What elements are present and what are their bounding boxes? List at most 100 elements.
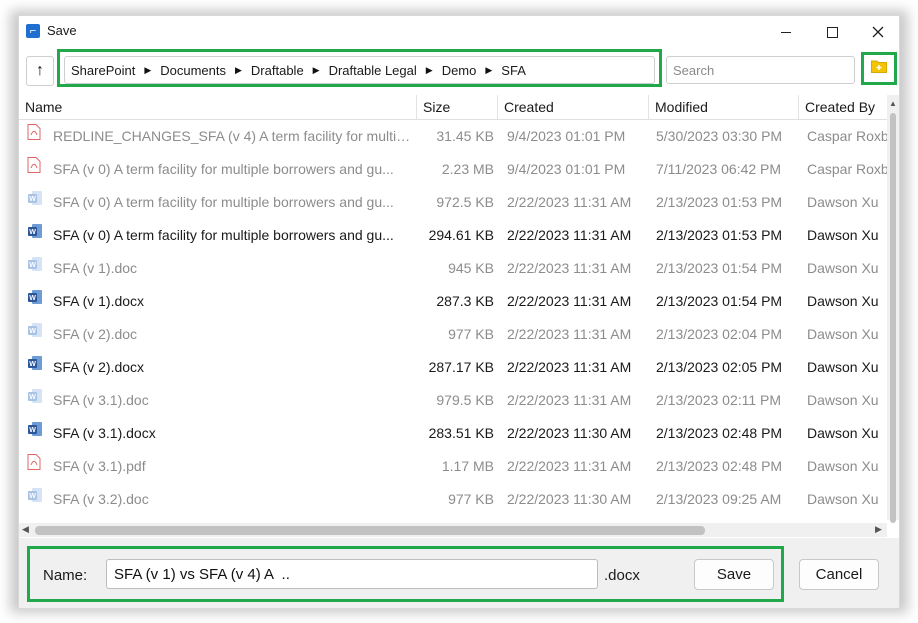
file-created-by: Dawson Xu [807, 260, 879, 276]
word-file-icon: W [27, 351, 45, 384]
scroll-right-icon[interactable]: ▶ [875, 524, 882, 535]
file-name: SFA (v 3.2).doc [53, 491, 149, 507]
svg-text:W: W [29, 229, 36, 236]
column-header-modified[interactable]: Modified [649, 95, 799, 119]
file-modified: 2/13/2023 01:54 PM [656, 260, 783, 276]
horizontal-scroll-thumb[interactable] [35, 526, 705, 535]
pdf-file-icon [27, 450, 45, 483]
column-header-created-by[interactable]: Created By [799, 95, 899, 119]
file-name: SFA (v 3.1).docx [53, 425, 156, 441]
breadcrumb-item-draftable[interactable]: Draftable [251, 63, 304, 78]
save-dialog-icon: ⌐ [26, 24, 40, 38]
file-size: 287.3 KB [436, 293, 494, 309]
chevron-right-icon: ▶ [425, 64, 433, 75]
file-extension: .docx [604, 567, 640, 584]
file-row[interactable]: W SFA (v 2).doc 977 KB 2/22/2023 11:31 AM 2/… [19, 318, 887, 351]
file-size: 31.45 KB [436, 128, 494, 144]
file-created: 2/22/2023 11:31 AM [507, 326, 632, 342]
chevron-right-icon: ▶ [485, 64, 493, 75]
file-modified: 2/13/2023 09:25 AM [656, 491, 782, 507]
word-file-icon: W [27, 252, 45, 285]
filename-input[interactable] [106, 559, 598, 589]
breadcrumb-item-sfa[interactable]: SFA [501, 63, 526, 78]
file-modified: 5/30/2023 03:30 PM [656, 128, 783, 144]
horizontal-scrollbar[interactable]: ◀ ▶ [19, 523, 887, 537]
file-row[interactable]: W SFA (v 3.1).docx 283.51 KB 2/22/2023 11:3… [19, 417, 887, 450]
new-folder-icon [871, 60, 887, 73]
maximize-icon [826, 26, 838, 38]
filename-label: Name: [43, 567, 88, 584]
minimize-button[interactable] [763, 16, 809, 46]
breadcrumb-item-demo[interactable]: Demo [442, 63, 477, 78]
file-row[interactable]: W SFA (v 3.1).doc 979.5 KB 2/22/2023 11:31 … [19, 384, 887, 417]
new-folder-button[interactable] [868, 59, 890, 79]
file-name: SFA (v 3.1).pdf [53, 458, 146, 474]
save-button[interactable]: Save [694, 559, 774, 590]
file-modified: 2/13/2023 02:11 PM [656, 392, 782, 408]
title-bar: ⌐ Save [19, 16, 899, 46]
file-name: SFA (v 1).doc [53, 260, 138, 276]
file-size: 977 KB [448, 326, 494, 342]
up-button[interactable]: ↑ [26, 56, 54, 86]
file-list: REDLINE_CHANGES_SFA (v 4) A term facilit… [19, 120, 887, 520]
file-created: 2/22/2023 11:31 AM [507, 194, 632, 210]
file-created: 2/22/2023 11:31 AM [507, 227, 632, 243]
file-name: REDLINE_CHANGES_SFA (v 4) A term facilit… [53, 128, 413, 144]
scroll-up-icon[interactable]: ▲ [889, 99, 897, 108]
file-row[interactable]: W SFA (v 1).docx 287.3 KB 2/22/2023 11:31 A… [19, 285, 887, 318]
word-file-icon: W [27, 186, 45, 219]
pdf-file-icon [27, 153, 45, 186]
file-row[interactable]: W SFA (v 3.2).doc 977 KB 2/22/2023 11:30 AM… [19, 483, 887, 516]
breadcrumb-item-documents[interactable]: Documents [160, 63, 226, 78]
file-created: 9/4/2023 01:01 PM [507, 161, 626, 177]
file-row[interactable]: W SFA (v 0) A term facility for multiple … [19, 186, 887, 219]
breadcrumb-item-draftable-legal[interactable]: Draftable Legal [329, 63, 417, 78]
chevron-right-icon: ▶ [235, 64, 242, 75]
file-row[interactable]: REDLINE_CHANGES_SFA (v 4) A term facilit… [19, 120, 887, 153]
close-button[interactable] [855, 16, 899, 46]
file-created: 2/22/2023 11:30 AM [507, 491, 632, 507]
file-row[interactable]: W SFA (v 2).docx 287.17 KB 2/22/2023 11:31 … [19, 351, 887, 384]
file-size: 945 KB [448, 260, 494, 276]
breadcrumb: SharePoint ▶ Documents ▶ Draftable ▶ Dra… [64, 56, 655, 84]
vertical-scrollbar[interactable]: ▲ [887, 95, 899, 523]
file-created-by: Caspar Roxb [807, 161, 887, 177]
file-created-by: Dawson Xu [807, 392, 879, 408]
svg-text:W: W [29, 427, 36, 434]
file-created-by: Dawson Xu [807, 194, 879, 210]
svg-text:W: W [29, 361, 36, 368]
file-row[interactable]: SFA (v 0) A term facility for multiple b… [19, 153, 887, 186]
chevron-right-icon: ▶ [144, 64, 152, 75]
column-header-created[interactable]: Created [498, 95, 649, 119]
column-header-name[interactable]: Name [19, 95, 417, 119]
file-name: SFA (v 2).docx [53, 359, 145, 375]
cancel-button[interactable]: Cancel [799, 559, 879, 590]
file-row[interactable]: W SFA (v 1).doc 945 KB 2/22/2023 11:31 AM 2/… [19, 252, 887, 285]
file-name: SFA (v 0) A term facility for multiple b… [53, 194, 394, 210]
save-footer: Name: .docx Save Cancel [19, 538, 899, 608]
column-header-size[interactable]: Size [417, 95, 498, 119]
file-row[interactable]: SFA (v 3.1).pdf 1.17 MB 2/22/2023 11:31 AM… [19, 450, 887, 483]
svg-text:W: W [29, 196, 36, 203]
file-created: 9/4/2023 01:01 PM [507, 128, 626, 144]
file-modified: 2/13/2023 01:53 PM [656, 194, 783, 210]
file-created: 2/22/2023 11:31 AM [507, 293, 632, 309]
vertical-scroll-thumb[interactable] [890, 113, 896, 523]
word-file-icon: W [27, 417, 45, 450]
up-arrow-icon: ↑ [36, 62, 44, 79]
file-modified: 2/13/2023 02:48 PM [656, 458, 783, 474]
word-file-icon: W [27, 384, 45, 417]
file-modified: 2/13/2023 01:54 PM [656, 293, 783, 309]
svg-text:W: W [29, 328, 36, 335]
file-size: 977 KB [448, 491, 494, 507]
breadcrumb-item-sharepoint[interactable]: SharePoint [71, 63, 135, 78]
file-row[interactable]: W SFA (v 0) A term facility for multiple … [19, 219, 887, 252]
file-size: 1.17 MB [441, 458, 494, 474]
scroll-left-icon[interactable]: ◀ [22, 524, 29, 535]
file-size: 283.51 KB [428, 425, 494, 441]
file-created: 2/22/2023 11:31 AM [507, 458, 632, 474]
file-name: SFA (v 1).docx [53, 293, 145, 309]
search-input[interactable] [666, 56, 855, 84]
file-name: SFA (v 0) A term facility for multiple b… [53, 227, 394, 243]
maximize-button[interactable] [809, 16, 855, 46]
